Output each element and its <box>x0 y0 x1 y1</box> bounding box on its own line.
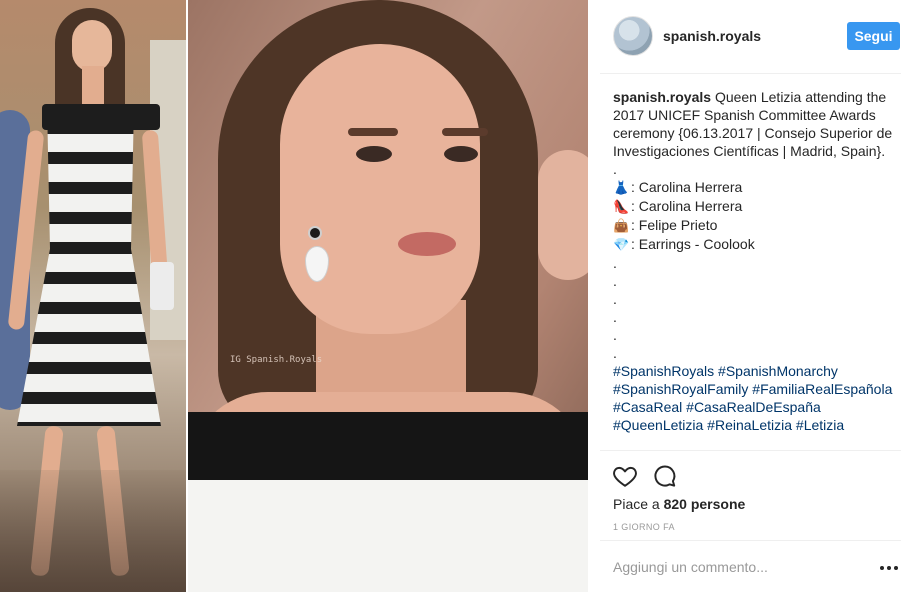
post-sidebar: spanish.royals Segui spanish.royals Quee… <box>600 0 901 592</box>
post-timestamp[interactable]: 1 GIORNO FA <box>613 522 675 532</box>
heel-shoe-icon: 👠 <box>613 199 630 214</box>
comment-bar <box>600 540 901 592</box>
likes-count[interactable]: Piace a 820 persone <box>613 496 745 512</box>
dress-icon: 👗 <box>613 180 630 195</box>
gem-icon: 💎 <box>613 237 630 252</box>
more-options-icon[interactable] <box>880 559 898 577</box>
comment-icon[interactable] <box>652 463 678 489</box>
header-username[interactable]: spanish.royals <box>663 28 761 44</box>
credit-line-shoes: 👠: Carolina Herrera <box>613 198 743 214</box>
photo-full-length-panel <box>0 0 186 592</box>
credit-line-bag: 👜: Felipe Prieto <box>613 217 718 233</box>
avatar[interactable] <box>613 16 653 56</box>
heart-icon[interactable] <box>612 463 638 489</box>
caption-dot-line: . <box>613 273 617 289</box>
follow-button[interactable]: Segui <box>847 22 900 50</box>
post-header: spanish.royals Segui <box>600 0 901 74</box>
post-photo[interactable]: IG Spanish.Royals <box>0 0 588 592</box>
caption-dot-line: . <box>613 255 617 271</box>
comment-input[interactable] <box>613 557 853 577</box>
photo-closeup-panel <box>188 0 588 592</box>
credit-line-dress: 👗: Carolina Herrera <box>613 179 743 195</box>
caption-dot-line: . <box>613 291 617 307</box>
caption-username[interactable]: spanish.royals <box>613 89 711 105</box>
caption-dot-line: . <box>613 309 617 325</box>
post-caption: spanish.royals Queen Letizia attending t… <box>613 88 895 434</box>
caption-dot-line: . <box>613 161 617 177</box>
photo-watermark: IG Spanish.Royals <box>230 355 323 365</box>
caption-hashtags[interactable]: #SpanishRoyals #SpanishMonarchy #Spanish… <box>613 362 895 434</box>
caption-dot-line: . <box>613 327 617 343</box>
handbag-icon: 👜 <box>613 218 630 233</box>
caption-dot-line: . <box>613 345 617 361</box>
credit-line-earrings: 💎: Earrings - Coolook <box>613 236 755 252</box>
